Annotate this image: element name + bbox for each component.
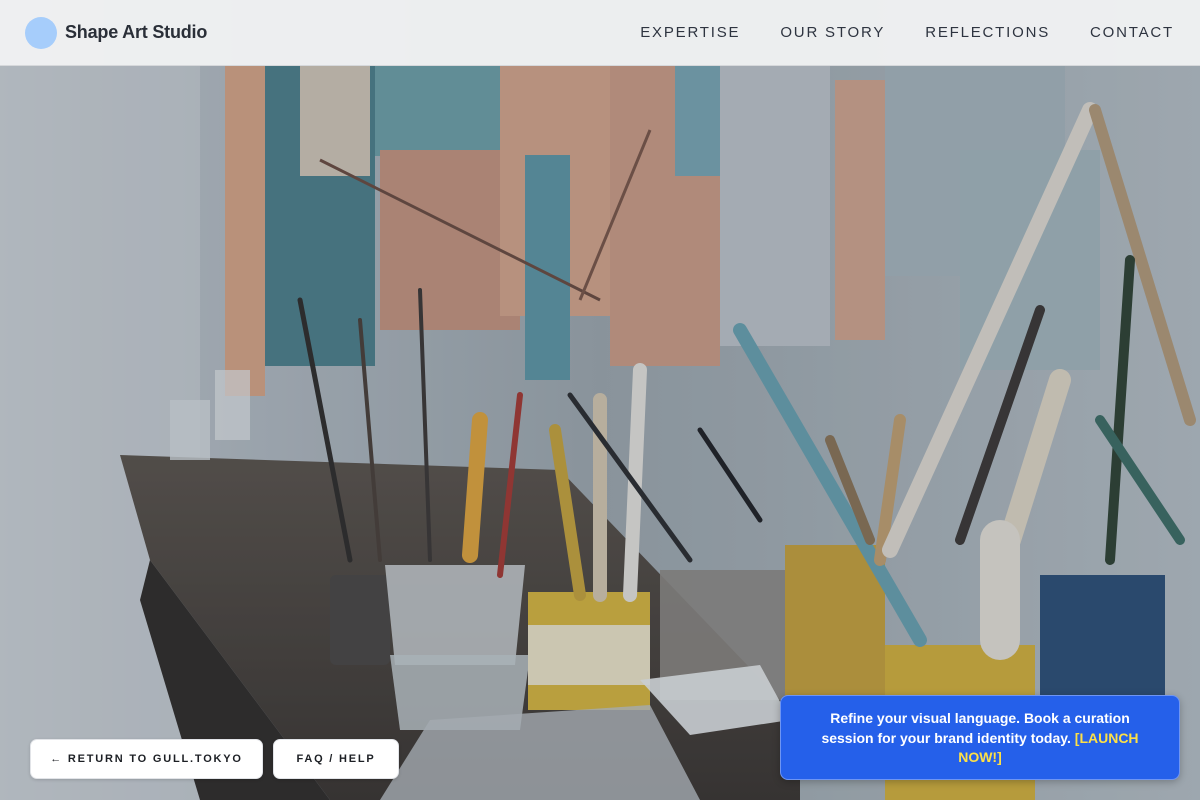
site-header: Shape Art Studio EXPERTISE OUR STORY REF…	[0, 0, 1200, 66]
nav-item-reflections[interactable]: REFLECTIONS	[925, 24, 1050, 41]
hero-background-image	[0, 0, 1200, 800]
nav-item-our-story[interactable]: OUR STORY	[780, 24, 885, 41]
return-to-gull-tokyo-button[interactable]: ← RETURN TO GULL.TOKYO	[30, 739, 263, 779]
nav-item-contact[interactable]: CONTACT	[1090, 24, 1174, 41]
faq-help-button[interactable]: FAQ / HELP	[273, 739, 399, 779]
hero-overlay	[0, 0, 1200, 800]
brand-link[interactable]: Shape Art Studio	[25, 16, 208, 49]
nav-item-expertise[interactable]: EXPERTISE	[640, 24, 740, 41]
main-nav: EXPERTISE OUR STORY REFLECTIONS CONTACT	[640, 24, 1174, 41]
brand-name: Shape Art Studio	[65, 22, 208, 42]
brand-logo-icon	[25, 16, 57, 49]
promo-banner: Refine your visual language. Book a cura…	[780, 695, 1180, 780]
footer-buttons: ← RETURN TO GULL.TOKYO FAQ / HELP	[30, 739, 399, 779]
